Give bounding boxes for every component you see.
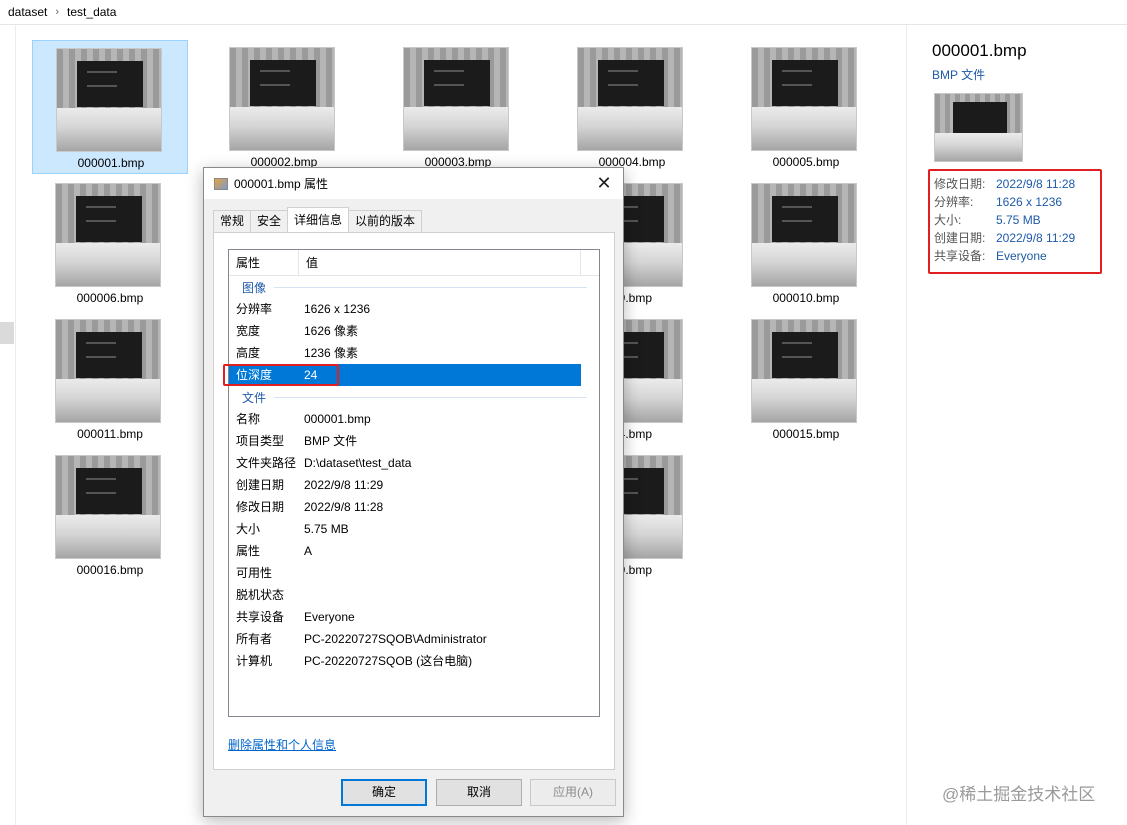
property-row[interactable]: 可用性 xyxy=(229,562,599,584)
file-thumbnail xyxy=(751,183,857,287)
file-name: 000011.bmp xyxy=(77,427,143,441)
column-header-value[interactable]: 值 xyxy=(299,249,581,276)
property-list[interactable]: 属性 值 图像 分辨率 1626 x 1236 宽度 1626 像素 高度 1236 … xyxy=(223,249,600,717)
property-row[interactable]: 名称 000001.bmp xyxy=(229,408,599,430)
file-thumbnail xyxy=(55,319,161,423)
file-thumbnail xyxy=(751,47,857,151)
property-row[interactable]: 计算机 PC-20220727SQOB (这台电脑) xyxy=(229,650,599,672)
navigation-pane-edge xyxy=(0,25,16,825)
cancel-button[interactable]: 取消 xyxy=(436,779,522,806)
preview-title: 000001.bmp xyxy=(932,41,1027,60)
file-tile[interactable]: 000004.bmp xyxy=(554,40,710,174)
file-tile[interactable]: 000016.bmp xyxy=(32,448,188,582)
property-row[interactable]: 属性 A xyxy=(229,540,599,562)
file-name: 000010.bmp xyxy=(772,291,840,305)
group-header-file: 文件 xyxy=(229,386,599,408)
file-tile[interactable]: 000001.bmp xyxy=(32,40,188,174)
file-tile[interactable]: 000015.bmp xyxy=(728,312,884,446)
preview-property-row: 修改日期: 2022/9/8 11:28 xyxy=(934,177,1076,191)
image-file-icon xyxy=(214,177,228,190)
preview-property-row: 分辨率: 1626 x 1236 xyxy=(934,195,1063,209)
preview-pane: 000001.bmp BMP 文件 修改日期: 2022/9/8 11:28 分辨… xyxy=(906,25,1127,825)
property-row-bit-depth[interactable]: 位深度 24 xyxy=(223,364,581,386)
property-row[interactable]: 修改日期 2022/9/8 11:28 xyxy=(229,496,599,518)
preview-property-row: 大小: 5.75 MB xyxy=(934,213,1041,227)
property-row[interactable]: 分辨率 1626 x 1236 xyxy=(229,298,599,320)
file-tile[interactable]: 000003.bmp xyxy=(380,40,536,174)
file-name: 000005.bmp xyxy=(772,155,840,169)
file-tile[interactable]: 000002.bmp xyxy=(206,40,362,174)
remove-properties-link[interactable]: 删除属性和个人信息 xyxy=(228,736,336,753)
group-header-image: 图像 xyxy=(229,276,599,298)
file-thumbnail xyxy=(56,48,162,152)
property-row[interactable]: 所有者 PC-20220727SQOB\Administrator xyxy=(229,628,599,650)
file-tile[interactable]: 000005.bmp xyxy=(728,40,884,174)
file-thumbnail xyxy=(55,183,161,287)
watermark: @稀土掘金技术社区 xyxy=(942,785,1096,804)
chevron-right-icon: › xyxy=(55,6,60,18)
dialog-title: 000001.bmp 属性 xyxy=(234,177,329,191)
file-tile[interactable]: 000006.bmp xyxy=(32,176,188,310)
breadcrumb: dataset › test_data xyxy=(0,0,1127,25)
property-row[interactable]: 宽度 1626 像素 xyxy=(229,320,599,342)
preview-properties-highlight: 修改日期: 2022/9/8 11:28 分辨率: 1626 x 1236 大小: 5… xyxy=(928,169,1102,274)
properties-dialog: 000001.bmp 属性 ✕ 常规 安全 详细信息 以前的版本 属性 值 图像… xyxy=(203,167,624,817)
property-row[interactable]: 项目类型 BMP 文件 xyxy=(229,430,599,452)
preview-property-row: 创建日期: 2022/9/8 11:29 xyxy=(934,231,1076,245)
file-name: 000015.bmp xyxy=(772,427,840,441)
file-thumbnail xyxy=(403,47,509,151)
property-row[interactable]: 文件夹路径 D:\dataset\test_data xyxy=(229,452,599,474)
apply-button[interactable]: 应用(A) xyxy=(530,779,616,806)
file-name: 000001.bmp xyxy=(77,156,145,170)
column-header-property[interactable]: 属性 xyxy=(229,249,299,276)
file-tile[interactable]: 000010.bmp xyxy=(728,176,884,310)
tab-previous-versions[interactable]: 以前的版本 xyxy=(348,210,423,232)
dialog-titlebar[interactable]: 000001.bmp 属性 ✕ xyxy=(204,168,623,199)
preview-thumbnail xyxy=(934,93,1023,162)
file-tile[interactable]: 000011.bmp xyxy=(32,312,188,446)
preview-file-type: BMP 文件 xyxy=(932,68,986,82)
property-row[interactable]: 高度 1236 像素 xyxy=(229,342,599,364)
file-thumbnail xyxy=(229,47,335,151)
tab-details[interactable]: 详细信息 xyxy=(287,207,350,232)
ok-button[interactable]: 确定 xyxy=(341,779,427,806)
scrollbar-thumb[interactable] xyxy=(0,322,14,344)
property-row[interactable]: 脱机状态 xyxy=(229,584,599,606)
details-panel: 属性 值 图像 分辨率 1626 x 1236 宽度 1626 像素 高度 1236 … xyxy=(213,232,615,770)
bit-depth-highlight xyxy=(223,364,339,386)
file-thumbnail xyxy=(55,455,161,559)
close-icon[interactable]: ✕ xyxy=(593,172,615,194)
property-row[interactable]: 大小 5.75 MB xyxy=(229,518,599,540)
file-name: 000016.bmp xyxy=(76,563,144,577)
file-thumbnail xyxy=(751,319,857,423)
property-list-header: 属性 值 xyxy=(229,249,599,276)
file-thumbnail xyxy=(577,47,683,151)
preview-property-row: 共享设备: Everyone xyxy=(934,249,1047,263)
property-row[interactable]: 共享设备 Everyone xyxy=(229,606,599,628)
breadcrumb-item-dataset[interactable]: dataset xyxy=(8,5,47,19)
tab-security[interactable]: 安全 xyxy=(250,210,289,232)
property-row[interactable]: 创建日期 2022/9/8 11:29 xyxy=(229,474,599,496)
file-name: 000006.bmp xyxy=(76,291,144,305)
dialog-tabs: 常规 安全 详细信息 以前的版本 xyxy=(213,207,423,232)
breadcrumb-item-test-data[interactable]: test_data xyxy=(67,5,116,19)
tab-general[interactable]: 常规 xyxy=(213,210,252,232)
